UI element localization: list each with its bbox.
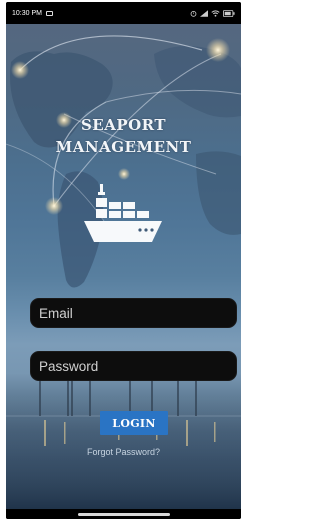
status-time: 10:30 PM	[12, 9, 42, 17]
alarm-icon	[190, 10, 197, 17]
password-field[interactable]	[30, 351, 237, 381]
login-screen: SEAPORT MANAGEMENT Email LOGIN Forgot Pa…	[6, 24, 241, 509]
app-title-line2: MANAGEMENT	[55, 138, 192, 156]
password-input[interactable]	[39, 358, 228, 374]
login-button[interactable]: LOGIN	[100, 411, 168, 435]
wifi-icon	[211, 9, 220, 17]
world-map-background	[6, 35, 241, 509]
email-input[interactable]	[39, 305, 228, 321]
battery-icon	[223, 9, 235, 17]
navigation-bar	[6, 509, 241, 519]
phone-frame: 10:30 PM SEAPORT MANAGEMENT Email LOGIN …	[6, 2, 241, 519]
status-bar: 10:30 PM	[6, 2, 241, 24]
app-title-line1: SEAPORT	[80, 116, 167, 134]
email-field[interactable]	[30, 298, 237, 328]
signal-icon	[200, 9, 208, 17]
message-icon	[45, 10, 53, 16]
cargo-ship-icon	[84, 184, 162, 242]
status-right	[190, 9, 235, 17]
status-left: 10:30 PM	[12, 10, 53, 17]
home-indicator[interactable]	[77, 512, 170, 516]
forgot-password-link[interactable]: Forgot Password?	[6, 447, 241, 457]
